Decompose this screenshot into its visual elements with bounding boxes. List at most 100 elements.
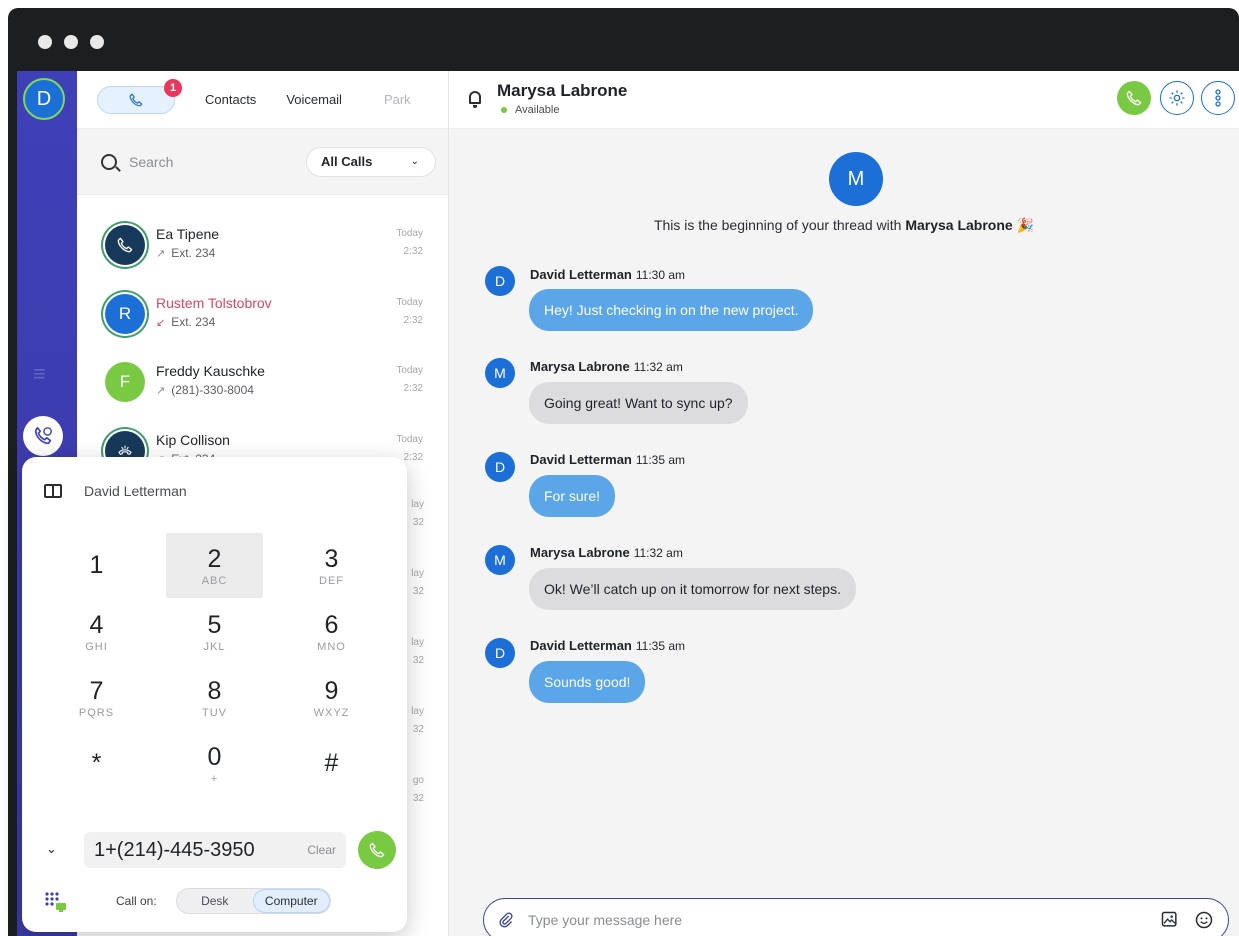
call-detail-text: Ext. 234 [171, 246, 216, 260]
call-filter-select[interactable]: All Calls ⌄ [306, 146, 436, 177]
dial-number-field[interactable]: 1+(214)-445-3950 Clear [84, 832, 346, 868]
message-avatar: D [485, 266, 515, 296]
dial-key-letters: TUV [202, 706, 227, 719]
presence-status: Available [501, 104, 559, 116]
call-contact-button[interactable] [1117, 81, 1151, 115]
call-time-partial: lay 32 [411, 565, 424, 601]
search-bar: Search All Calls ⌄ [77, 129, 448, 195]
phone-icon [369, 842, 385, 858]
dial-key-letters: DEF [319, 574, 344, 587]
call-time: Today 2:32 [396, 294, 423, 330]
dial-key-star[interactable]: * [48, 731, 145, 796]
presence-dot-icon [501, 107, 507, 113]
call-detail: ↗ (281)-330-8004 [156, 383, 254, 397]
message-author: Marysa Labrone [530, 545, 630, 560]
message-meta: David Letterman 11:35 am [530, 638, 685, 653]
call-row[interactable]: F Freddy Kauschke ↗ (281)-330-8004 Today 2… [77, 346, 449, 414]
dial-key-7[interactable]: 7 PQRS [48, 665, 145, 730]
call-detail-text: Ext. 234 [171, 315, 216, 329]
message-bubble: For sure! [529, 475, 616, 517]
tab-park[interactable]: Park [384, 92, 411, 107]
dial-key-digit: 9 [324, 676, 339, 705]
collapse-dialer-chevron-icon[interactable]: ⌄ [46, 841, 57, 857]
emoji-icon[interactable] [1194, 910, 1214, 930]
dial-key-letters: + [210, 772, 219, 785]
dial-key-5[interactable]: 5 JKL [166, 599, 263, 664]
call-on-toggle[interactable]: Desk Computer [176, 888, 331, 914]
call-day: Today [396, 434, 423, 445]
thread-intro: This is the beginning of your thread wit… [449, 217, 1239, 234]
dial-key-digit: 0 [207, 742, 222, 771]
dial-key-digit: 5 [207, 610, 222, 639]
address-book-icon [44, 484, 62, 498]
message-input[interactable]: Type your message here [528, 912, 1160, 928]
tab-calls[interactable]: 1 [97, 78, 182, 114]
dial-key-4[interactable]: 4 GHI [48, 599, 145, 664]
window-minimize-button[interactable] [64, 35, 78, 49]
gear-icon [1169, 90, 1185, 106]
dial-key-9[interactable]: 9 WXYZ [283, 665, 380, 730]
message-avatar: M [485, 358, 515, 388]
message-meta: David Letterman 11:30 am [530, 267, 685, 282]
outgoing-call-icon: ↗ [156, 385, 166, 397]
dial-key-0[interactable]: 0 + [166, 731, 263, 796]
message-time: 11:32 am [633, 360, 683, 374]
dial-key-digit: 6 [324, 610, 339, 639]
message-avatar: D [485, 638, 515, 668]
search-input[interactable]: Search [129, 154, 306, 170]
message-composer[interactable]: Type your message here [483, 898, 1229, 936]
bell-icon[interactable] [469, 91, 481, 108]
phone-icon [1126, 90, 1142, 106]
dial-key-letters: GHI [85, 640, 108, 653]
message-avatar: M [485, 545, 515, 575]
search-icon [101, 153, 117, 170]
chat-header: Marysa Labrone Available [449, 71, 1239, 129]
call-time-partial: lay 32 [411, 703, 424, 739]
dial-key-3[interactable]: 3 DEF [283, 533, 380, 598]
tab-contacts[interactable]: Contacts [205, 92, 256, 107]
place-call-button[interactable] [358, 831, 396, 869]
dial-key-hash[interactable]: # [283, 731, 380, 796]
call-on-desk-option[interactable]: Desk [177, 889, 253, 913]
window-zoom-button[interactable] [90, 35, 104, 49]
dialpad-popover: David Letterman 1 2 ABC 3 DEF 4 GHI 5 JKL 6M… [22, 457, 407, 932]
dial-key-6[interactable]: 6 MNO [283, 599, 380, 664]
dial-key-letters: JKL [203, 640, 226, 653]
message-author: David Letterman [530, 267, 632, 282]
call-avatar: R [105, 294, 145, 334]
message-bubble: Going great! Want to sync up? [529, 382, 748, 424]
calls-tabs: 1 Contacts Voicemail Park [77, 71, 448, 129]
paperclip-icon[interactable] [498, 912, 514, 928]
dial-key-2[interactable]: 2 ABC [166, 533, 263, 598]
dial-key-digit: * [91, 748, 102, 777]
call-on-computer-option[interactable]: Computer [252, 889, 330, 913]
call-hour: 32 [412, 586, 424, 597]
clear-number-button[interactable]: Clear [307, 843, 336, 857]
settings-button[interactable] [1160, 81, 1194, 115]
image-upload-icon[interactable] [1160, 910, 1180, 930]
dialer-contact[interactable]: David Letterman [44, 483, 187, 499]
call-row[interactable]: Ea Tipene ↗ Ext. 234 Today 2:32 [77, 209, 449, 277]
window-close-button[interactable] [38, 35, 52, 49]
user-avatar[interactable]: D [23, 78, 65, 120]
missed-call-icon: ↙ [156, 317, 166, 329]
call-row[interactable]: R Rustem Tolstobrov ↙ Ext. 234 Today 2:32 [77, 278, 449, 346]
dialer-toggle-button[interactable] [23, 416, 63, 456]
user-avatar-initial: D [36, 87, 52, 110]
dial-key-1[interactable]: 1 [48, 533, 145, 598]
thread-intro-name: Marysa Labrone [905, 217, 1013, 233]
message-meta: Marysa Labrone 11:32 am [530, 545, 683, 560]
more-options-button[interactable] [1201, 81, 1235, 115]
keypad-computer-icon[interactable] [44, 891, 68, 913]
message-time: 11:30 am [635, 268, 686, 282]
message-avatar-initial: D [494, 273, 506, 289]
tab-voicemail[interactable]: Voicemail [286, 92, 342, 107]
message-time: 11:32 am [633, 546, 683, 560]
message-avatar: D [485, 452, 515, 482]
message-meta: David Letterman 11:35 am [530, 452, 685, 467]
call-filter-label: All Calls [321, 154, 373, 169]
phone-icon [129, 93, 143, 106]
dial-key-8[interactable]: 8 TUV [166, 665, 263, 730]
call-hour: 32 [412, 655, 424, 666]
message-author: Marysa Labrone [530, 359, 630, 374]
